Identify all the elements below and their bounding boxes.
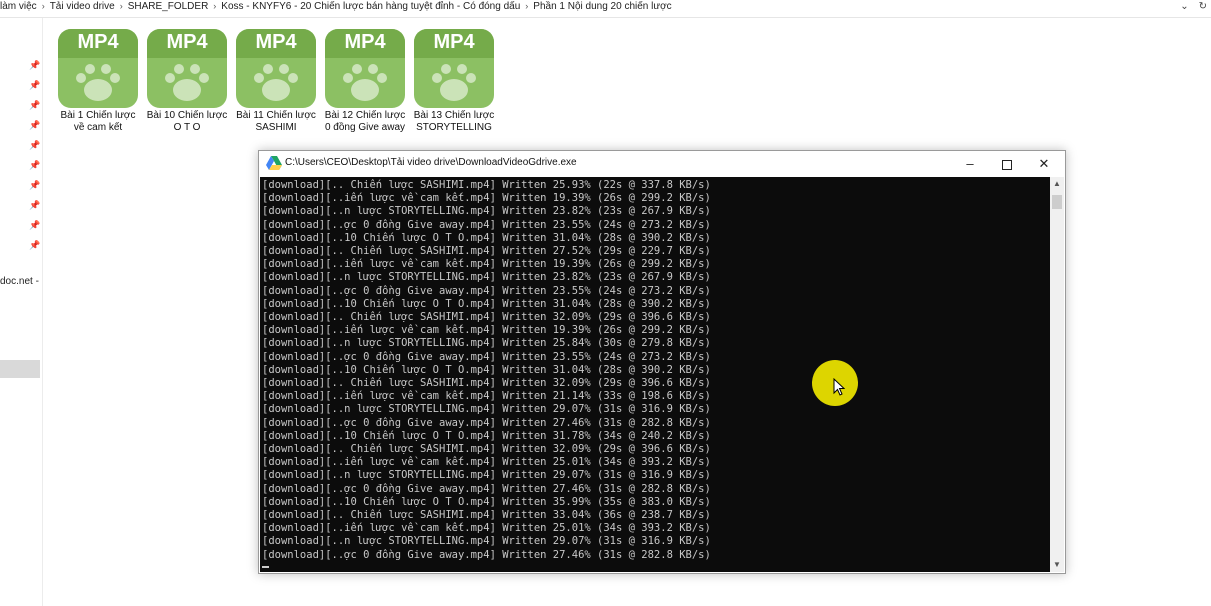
pin-icon[interactable]: 📌 xyxy=(29,180,40,191)
maximize-button[interactable] xyxy=(988,151,1026,176)
scroll-up-icon[interactable]: ▲ xyxy=(1050,177,1064,191)
file-type-badge: MP4 xyxy=(255,31,297,53)
terminal-line: [download][.. Chiến lược SASHIMI.mp4] Wr… xyxy=(262,443,711,455)
terminal-line: [download][..ợc 0 đồng Give away.mp4] Wr… xyxy=(262,350,711,363)
minimize-button[interactable]: – xyxy=(951,151,989,176)
terminal-line: [download][..10 Chiến lược O T O.mp4] Wr… xyxy=(262,231,711,244)
maximize-icon xyxy=(1002,159,1012,170)
close-button[interactable]: ✕ xyxy=(1025,151,1063,176)
terminal-line: [download][.. Chiến lược SASHIMI.mp4] Wr… xyxy=(262,509,711,521)
terminal-line: [download][..ợc 0 đồng Give away.mp4] Wr… xyxy=(262,218,711,231)
refresh-icon[interactable]: ↻ xyxy=(1199,1,1207,12)
file-type-badge: MP4 xyxy=(344,31,386,53)
terminal-line: [download][.. Chiến lược SASHIMI.mp4] Wr… xyxy=(262,377,711,389)
terminal-line: [download][..ợc 0 đồng Give away.mp4] Wr… xyxy=(262,548,711,561)
terminal-line: [download][..iến lược về cam kết.mp4] Wr… xyxy=(262,456,711,469)
file-item[interactable]: MP4 Bài 11 Chiến lược SASHIMI xyxy=(233,29,319,134)
minimize-icon: – xyxy=(966,156,974,171)
window-titlebar[interactable]: C:\Users\CEO\Desktop\Tải video drive\Dow… xyxy=(259,151,1065,176)
pin-icon[interactable]: 📌 xyxy=(29,100,40,111)
mouse-pointer-icon xyxy=(833,378,845,396)
terminal-line: [download][..iến lược về cam kết.mp4] Wr… xyxy=(262,390,711,403)
file-name: Bài 13 Chiến lược STORYTELLING xyxy=(413,110,495,133)
address-bar-tools: ⌄ ↻ xyxy=(1170,1,1207,12)
window-title: C:\Users\CEO\Desktop\Tải video drive\Dow… xyxy=(285,157,577,168)
terminal-line: [download][..ợc 0 đồng Give away.mp4] Wr… xyxy=(262,284,711,297)
close-icon: ✕ xyxy=(1038,156,1050,171)
terminal-line: [download][..iến lược về cam kết.mp4] Wr… xyxy=(262,258,711,271)
terminal-line: [download][..n lược STORYTELLING.mp4] Wr… xyxy=(262,271,711,284)
address-bar[interactable]: làm việc › Tải video drive › SHARE_FOLDER › Ko… xyxy=(0,0,1211,18)
google-drive-icon xyxy=(266,156,282,170)
file-item[interactable]: MP4 Bài 1 Chiến lược về cam kết xyxy=(55,29,141,134)
terminal-line: [download][..10 Chiến lược O T O.mp4] Wr… xyxy=(262,363,711,376)
console-window[interactable]: C:\Users\CEO\Desktop\Tải video drive\Dow… xyxy=(258,150,1066,574)
mp4-file-icon: MP4 xyxy=(58,29,138,108)
file-name: Bài 1 Chiến lược về cam kết xyxy=(60,110,136,133)
terminal-line: [download][..10 Chiến lược O T O.mp4] Wr… xyxy=(262,495,711,508)
chevron-down-icon[interactable]: ⌄ xyxy=(1180,1,1188,12)
breadcrumb: làm việc › Tải video drive › SHARE_FOLDER › Ko… xyxy=(0,1,672,12)
scroll-down-icon[interactable]: ▼ xyxy=(1050,558,1064,572)
pin-icon[interactable]: 📌 xyxy=(29,120,40,131)
file-type-badge: MP4 xyxy=(77,31,119,53)
file-name: Bài 10 Chiến lược O T O xyxy=(146,110,228,133)
terminal-line: [download][..n lược STORYTELLING.mp4] Wr… xyxy=(262,403,711,416)
terminal-output[interactable]: [download][.. Chiến lược SASHIMI.mp4] Wr… xyxy=(260,177,1050,572)
file-item[interactable]: MP4 Bài 10 Chiến lược O T O xyxy=(144,29,230,134)
mp4-file-icon: MP4 xyxy=(414,29,494,108)
file-name: Bài 11 Chiến lược SASHIMI xyxy=(236,110,316,133)
pin-icon[interactable]: 📌 xyxy=(29,60,40,71)
terminal-line: [download][.. Chiến lược SASHIMI.mp4] Wr… xyxy=(262,245,711,257)
chevron-right-icon: › xyxy=(213,1,217,11)
terminal-line: [download][..iến lược về cam kết.mp4] Wr… xyxy=(262,192,711,205)
mp4-file-icon: MP4 xyxy=(236,29,316,108)
breadcrumb-item[interactable]: Tải video drive xyxy=(50,1,115,12)
terminal-line: [download][.. Chiến lược SASHIMI.mp4] Wr… xyxy=(262,311,711,323)
scrollbar-thumb[interactable] xyxy=(1052,195,1062,209)
terminal-line: [download][..iến lược về cam kết.mp4] Wr… xyxy=(262,324,711,337)
pin-icon[interactable]: 📌 xyxy=(29,140,40,151)
file-name: Bài 12 Chiến lược 0 đồng Give away xyxy=(324,110,406,133)
breadcrumb-item[interactable]: Koss - KNYFY6 - 20 Chiến lược bán hàng t… xyxy=(221,1,520,12)
terminal-line: [download][..n lược STORYTELLING.mp4] Wr… xyxy=(262,469,711,482)
navigation-pane: 📌 📌 📌 📌 📌 📌 📌 📌 📌 📌 doc.net - xyxy=(0,18,43,606)
terminal-line: [download][..ợc 0 đồng Give away.mp4] Wr… xyxy=(262,482,711,495)
chevron-right-icon: › xyxy=(41,1,45,11)
file-type-badge: MP4 xyxy=(433,31,475,53)
chevron-right-icon: › xyxy=(119,1,123,11)
breadcrumb-item[interactable]: SHARE_FOLDER xyxy=(128,1,209,12)
mp4-file-icon: MP4 xyxy=(147,29,227,108)
vertical-scrollbar[interactable]: ▲ ▼ xyxy=(1050,177,1064,572)
pin-icon[interactable]: 📌 xyxy=(29,220,40,231)
terminal-line: [download][..n lược STORYTELLING.mp4] Wr… xyxy=(262,535,711,548)
text-cursor xyxy=(262,566,269,568)
pin-icon[interactable]: 📌 xyxy=(29,240,40,251)
file-type-badge: MP4 xyxy=(166,31,208,53)
pin-icon[interactable]: 📌 xyxy=(29,200,40,211)
breadcrumb-item[interactable]: Phần 1 Nội dung 20 chiến lược xyxy=(533,1,671,12)
terminal-line: [download][..10 Chiến lược O T O.mp4] Wr… xyxy=(262,297,711,310)
mp4-file-icon: MP4 xyxy=(325,29,405,108)
terminal-line: [download][..ợc 0 đồng Give away.mp4] Wr… xyxy=(262,416,711,429)
pin-icon[interactable]: 📌 xyxy=(29,80,40,91)
terminal-line: [download][.. Chiến lược SASHIMI.mp4] Wr… xyxy=(262,179,711,191)
breadcrumb-item[interactable]: làm việc xyxy=(0,1,37,12)
chevron-right-icon: › xyxy=(525,1,529,11)
terminal-line: [download][..10 Chiến lược O T O.mp4] Wr… xyxy=(262,429,711,442)
terminal-line: [download][..iến lược về cam kết.mp4] Wr… xyxy=(262,522,711,535)
file-item[interactable]: MP4 Bài 12 Chiến lược 0 đồng Give away xyxy=(322,29,408,134)
nav-item-selected[interactable] xyxy=(0,360,40,378)
terminal-line: [download][..n lược STORYTELLING.mp4] Wr… xyxy=(262,337,711,350)
terminal-line: [download][..n lược STORYTELLING.mp4] Wr… xyxy=(262,205,711,218)
pin-icon[interactable]: 📌 xyxy=(29,160,40,171)
file-item[interactable]: MP4 Bài 13 Chiến lược STORYTELLING xyxy=(411,29,497,134)
nav-item-label[interactable]: doc.net - xyxy=(0,276,39,287)
